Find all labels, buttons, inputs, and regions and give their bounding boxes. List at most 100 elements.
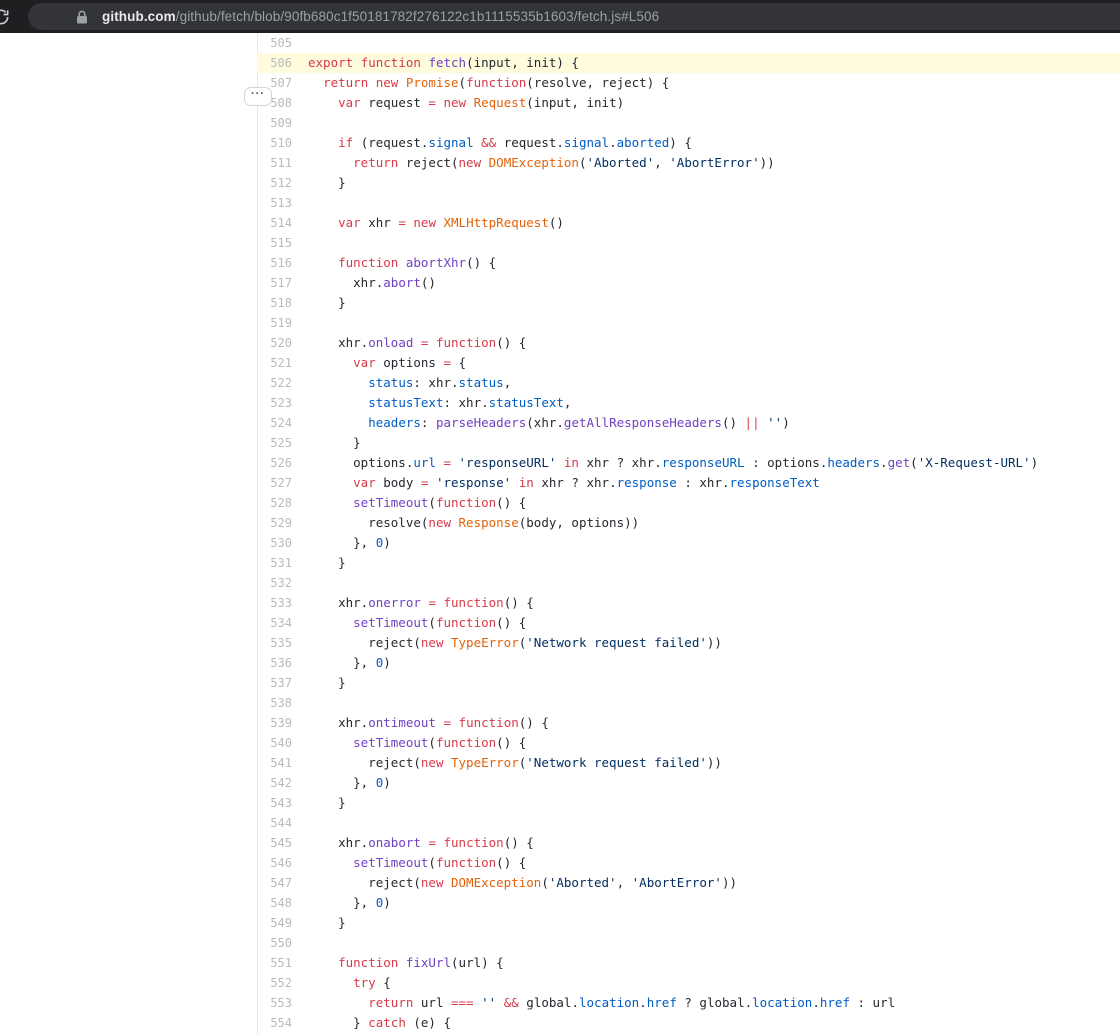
- code-text: [298, 813, 1120, 833]
- code-text: [298, 933, 1120, 953]
- line-number[interactable]: 550: [257, 933, 298, 953]
- line-number[interactable]: 505: [257, 33, 298, 53]
- line-actions-button[interactable]: ···: [244, 87, 272, 106]
- line-number[interactable]: 523: [257, 393, 298, 413]
- code-text: statusText: xhr.statusText,: [298, 393, 1120, 413]
- line-number[interactable]: 516: [257, 253, 298, 273]
- line-number[interactable]: 549: [257, 913, 298, 933]
- code-text: [298, 693, 1120, 713]
- code-line-538: 538: [257, 693, 1120, 713]
- code-line-528: 528 setTimeout(function() {: [257, 493, 1120, 513]
- code-line-505: 505: [257, 33, 1120, 53]
- code-text: setTimeout(function() {: [298, 853, 1120, 873]
- code-line-522: 522 status: xhr.status,: [257, 373, 1120, 393]
- code-text: }: [298, 433, 1120, 453]
- code-line-526: 526 options.url = 'responseURL' in xhr ?…: [257, 453, 1120, 473]
- line-number[interactable]: 517: [257, 273, 298, 293]
- line-number[interactable]: 524: [257, 413, 298, 433]
- code-line-550: 550: [257, 933, 1120, 953]
- line-number[interactable]: 533: [257, 593, 298, 613]
- code-line-546: 546 setTimeout(function() {: [257, 853, 1120, 873]
- code-text: try {: [298, 973, 1120, 993]
- lock-icon[interactable]: [76, 10, 88, 24]
- line-number[interactable]: 526: [257, 453, 298, 473]
- code-line-518: 518 }: [257, 293, 1120, 313]
- line-number[interactable]: 543: [257, 793, 298, 813]
- code-line-537: 537 }: [257, 673, 1120, 693]
- line-number[interactable]: 520: [257, 333, 298, 353]
- code-line-541: 541 reject(new TypeError('Network reques…: [257, 753, 1120, 773]
- line-number[interactable]: 537: [257, 673, 298, 693]
- code-blob-view: 505506export function fetch(input, init)…: [0, 33, 1120, 1034]
- line-number[interactable]: 548: [257, 893, 298, 913]
- line-number[interactable]: 510: [257, 133, 298, 153]
- line-number[interactable]: 554: [257, 1013, 298, 1033]
- line-number[interactable]: 522: [257, 373, 298, 393]
- line-number[interactable]: 542: [257, 773, 298, 793]
- line-number[interactable]: 519: [257, 313, 298, 333]
- line-number[interactable]: 525: [257, 433, 298, 453]
- code-line-533: 533 xhr.onerror = function() {: [257, 593, 1120, 613]
- code-text: return url === '' && global.location.hre…: [298, 993, 1120, 1013]
- line-number[interactable]: 540: [257, 733, 298, 753]
- code-line-529: 529 resolve(new Response(body, options)): [257, 513, 1120, 533]
- code-line-531: 531 }: [257, 553, 1120, 573]
- code-line-534: 534 setTimeout(function() {: [257, 613, 1120, 633]
- line-number[interactable]: 506: [257, 53, 298, 73]
- line-number[interactable]: 512: [257, 173, 298, 193]
- code-text: xhr.onload = function() {: [298, 333, 1120, 353]
- code-line-553: 553 return url === '' && global.location…: [257, 993, 1120, 1013]
- line-number[interactable]: 521: [257, 353, 298, 373]
- line-number[interactable]: 534: [257, 613, 298, 633]
- line-number[interactable]: 551: [257, 953, 298, 973]
- line-number[interactable]: 552: [257, 973, 298, 993]
- line-number[interactable]: 545: [257, 833, 298, 853]
- code-line-512: 512 }: [257, 173, 1120, 193]
- line-number[interactable]: 518: [257, 293, 298, 313]
- line-number[interactable]: 531: [257, 553, 298, 573]
- code-line-535: 535 reject(new TypeError('Network reques…: [257, 633, 1120, 653]
- reload-icon[interactable]: [0, 7, 11, 27]
- line-number[interactable]: 547: [257, 873, 298, 893]
- code-text: setTimeout(function() {: [298, 613, 1120, 633]
- line-number[interactable]: 511: [257, 153, 298, 173]
- line-number[interactable]: 513: [257, 193, 298, 213]
- line-number[interactable]: 535: [257, 633, 298, 653]
- code-line-530: 530 }, 0): [257, 533, 1120, 553]
- code-line-524: 524 headers: parseHeaders(xhr.getAllResp…: [257, 413, 1120, 433]
- line-number[interactable]: 544: [257, 813, 298, 833]
- code-text: } catch (e) {: [298, 1013, 1120, 1033]
- line-number[interactable]: 539: [257, 713, 298, 733]
- code-line-517: 517 xhr.abort(): [257, 273, 1120, 293]
- line-number[interactable]: 514: [257, 213, 298, 233]
- line-number[interactable]: 536: [257, 653, 298, 673]
- code-line-552: 552 try {: [257, 973, 1120, 993]
- line-number[interactable]: 527: [257, 473, 298, 493]
- code-text: export function fetch(input, init) {: [298, 53, 1120, 73]
- line-number[interactable]: 515: [257, 233, 298, 253]
- code-text: [298, 313, 1120, 333]
- address-omnibox[interactable]: github.com/github/fetch/blob/90fb680c1f5…: [28, 3, 1120, 30]
- code-line-549: 549 }: [257, 913, 1120, 933]
- code-line-511: 511 return reject(new DOMException('Abor…: [257, 153, 1120, 173]
- code-text: headers: parseHeaders(xhr.getAllResponse…: [298, 413, 1120, 433]
- line-number[interactable]: 546: [257, 853, 298, 873]
- url-text: github.com/github/fetch/blob/90fb680c1f5…: [102, 9, 659, 24]
- line-number[interactable]: 530: [257, 533, 298, 553]
- code-text: var options = {: [298, 353, 1120, 373]
- code-text: [298, 233, 1120, 253]
- line-number[interactable]: 529: [257, 513, 298, 533]
- line-number[interactable]: 509: [257, 113, 298, 133]
- line-number[interactable]: 528: [257, 493, 298, 513]
- line-number[interactable]: 541: [257, 753, 298, 773]
- line-number[interactable]: 553: [257, 993, 298, 1013]
- code-line-527: 527 var body = 'response' in xhr ? xhr.r…: [257, 473, 1120, 493]
- line-number[interactable]: 538: [257, 693, 298, 713]
- code-text: xhr.onabort = function() {: [298, 833, 1120, 853]
- url-path: /github/fetch/blob/90fb680c1f50181782f27…: [176, 9, 659, 24]
- code-text: [298, 33, 1120, 53]
- code-line-540: 540 setTimeout(function() {: [257, 733, 1120, 753]
- line-number[interactable]: 532: [257, 573, 298, 593]
- code-line-516: 516 function abortXhr() {: [257, 253, 1120, 273]
- code-line-519: 519: [257, 313, 1120, 333]
